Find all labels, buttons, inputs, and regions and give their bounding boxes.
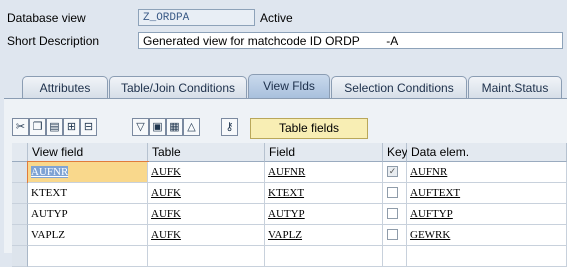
data-elem-cell[interactable]: GEWRK <box>407 225 567 246</box>
row-selector[interactable] <box>12 246 28 267</box>
data-elem-cell[interactable]: AUFTEXT <box>407 183 567 204</box>
column-header-data-elem[interactable]: Data elem. <box>407 143 567 162</box>
row-selector[interactable] <box>12 162 28 183</box>
key-checkbox[interactable]: ✓ <box>387 166 398 177</box>
key-cell: ✓ <box>383 162 407 183</box>
paste-icon[interactable]: ▤ <box>46 118 63 136</box>
data-elem-cell[interactable]: AUFTYP <box>407 204 567 225</box>
deselect-all-icon[interactable]: ▦ <box>166 118 183 136</box>
select-all-icon[interactable]: ▽ <box>132 118 149 136</box>
field-cell[interactable]: KTEXT <box>265 183 383 204</box>
view-field-cell[interactable]: AUFNR <box>27 161 149 184</box>
table-cell[interactable]: AUFK <box>148 183 265 204</box>
database-view-label: Database view <box>7 11 86 25</box>
row-selector[interactable] <box>12 183 28 204</box>
field-value: VAPLZ <box>268 229 303 241</box>
field-cell[interactable]: AUTYP <box>265 204 383 225</box>
short-description-label: Short Description <box>7 34 100 48</box>
field-value: KTEXT <box>268 187 305 199</box>
tab-view-flds[interactable]: View Flds <box>248 74 330 99</box>
view-field-cell[interactable]: VAPLZ <box>28 225 148 246</box>
key-cell <box>383 204 407 225</box>
sort-icon[interactable]: △ <box>183 118 200 136</box>
field-value: AUTYP <box>268 208 305 220</box>
insert-row-icon[interactable]: ⊞ <box>63 118 80 136</box>
table-value: AUFK <box>151 166 181 178</box>
data-elem-value: AUFTEXT <box>410 187 461 199</box>
table-fields-button[interactable]: Table fields <box>250 118 368 139</box>
column-header-table[interactable]: Table <box>148 143 265 162</box>
key-checkbox[interactable] <box>387 208 398 219</box>
database-view-row: Database view Z_ORDPA Active <box>0 7 567 29</box>
tabstrip: Attributes Table/Join Conditions View Fl… <box>0 74 567 99</box>
data-elem-cell[interactable]: AUFNR <box>407 162 567 183</box>
view-field-cell[interactable] <box>28 246 148 267</box>
table-cell[interactable] <box>148 246 265 267</box>
field-cell[interactable] <box>265 246 383 267</box>
copy-icon[interactable]: ❐ <box>29 118 46 136</box>
view-field-value: KTEXT <box>31 187 68 199</box>
table-value: AUFK <box>151 229 181 241</box>
view-field-value: AUTYP <box>31 208 68 220</box>
view-field-value: VAPLZ <box>31 229 66 241</box>
view-field-cell[interactable]: AUTYP <box>28 204 148 225</box>
view-field-value: AUFNR <box>31 166 69 178</box>
column-header-key[interactable]: Key <box>383 143 408 162</box>
table-cell[interactable]: AUFK <box>148 162 265 183</box>
row-selector[interactable] <box>12 204 28 225</box>
data-elem-value: AUFNR <box>410 166 448 178</box>
short-description-row: Short Description Generated view for mat… <box>0 30 567 52</box>
table-cell[interactable]: AUFK <box>148 225 265 246</box>
short-description-field[interactable]: Generated view for matchcode ID ORDP -A <box>138 32 563 49</box>
delete-row-icon[interactable]: ⊟ <box>80 118 97 136</box>
field-value: AUFNR <box>268 166 306 178</box>
table-value: AUFK <box>151 187 181 199</box>
tab-selection-conditions[interactable]: Selection Conditions <box>331 76 467 98</box>
key-cell <box>383 225 407 246</box>
key-cell <box>383 183 407 204</box>
column-header-view-field[interactable]: View field <box>28 143 148 162</box>
database-view-field[interactable]: Z_ORDPA <box>138 9 255 26</box>
key-checkbox[interactable] <box>387 187 398 198</box>
key-cell <box>383 246 407 267</box>
column-header-field[interactable]: Field <box>265 143 383 162</box>
tab-maint-status[interactable]: Maint.Status <box>468 76 562 98</box>
table-value: AUFK <box>151 208 181 220</box>
data-elem-value: GEWRK <box>410 229 451 241</box>
tab-table-join-conditions[interactable]: Table/Join Conditions <box>109 76 247 98</box>
cut-icon[interactable]: ✂ <box>12 118 29 136</box>
tab-attributes[interactable]: Attributes <box>22 76 108 98</box>
view-field-cell[interactable]: KTEXT <box>28 183 148 204</box>
field-cell[interactable]: AUFNR <box>265 162 383 183</box>
field-cell[interactable]: VAPLZ <box>265 225 383 246</box>
status-text: Active <box>260 11 293 25</box>
key-checkbox[interactable] <box>387 229 398 240</box>
table-cell[interactable]: AUFK <box>148 204 265 225</box>
row-selector[interactable] <box>12 225 28 246</box>
key-icon[interactable]: ⚷ <box>221 118 238 136</box>
row-selector-header[interactable] <box>12 143 28 162</box>
data-elem-value: AUFTYP <box>410 208 453 220</box>
select-block-icon[interactable]: ▣ <box>149 118 166 136</box>
data-elem-cell[interactable] <box>407 246 567 267</box>
